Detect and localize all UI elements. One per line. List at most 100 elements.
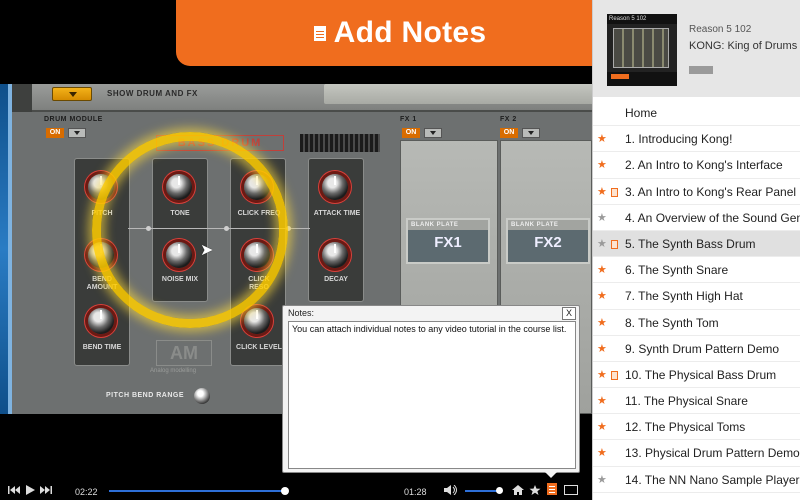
course-code: Reason 5 102 [689,24,752,35]
highlight-ring [92,132,288,328]
fx2-menu-icon [522,128,540,138]
star-icon[interactable]: ★ [597,336,607,361]
lesson-label: 14. The NN Nano Sample Player [625,472,800,487]
note-icon [611,239,618,249]
lesson-item[interactable]: ★ 1. Introducing Kong! [593,126,800,153]
lesson-item[interactable]: ★ 5. The Synth Bass Drum [593,230,800,258]
note-icon [611,187,618,197]
lesson-label: 12. The Physical Toms [625,420,746,435]
lesson-label: 10. The Physical Bass Drum [625,367,777,382]
course-title: KONG: King of Drums [689,40,798,52]
fx2-blank-plate: BLANK PLATE FX2 [506,218,590,264]
lesson-item[interactable]: ★ 12. The Physical Toms [593,414,800,441]
attack-time-knob [322,174,348,200]
fx1-menu-icon [424,128,442,138]
lesson-item[interactable]: ★ 10. The Physical Bass Drum [593,362,800,389]
notes-close-button[interactable]: X [562,307,576,320]
course-header: Reason 5 102 Reason 5 102 KONG: King of … [593,0,800,97]
lesson-item[interactable]: ★ 13. Physical Drum Pattern Demo [593,440,800,467]
seek-handle[interactable] [281,487,289,495]
show-drum-fx-button [52,87,92,101]
analog-modelling-caption: Analog modelling [150,368,197,374]
lesson-label: 4. An Overview of the Sound Gen [625,210,800,225]
star-icon[interactable]: ★ [597,440,607,465]
star-icon[interactable]: ★ [597,257,607,282]
thumbnail-logo [611,74,629,79]
course-sidebar: Reason 5 102 Reason 5 102 KONG: King of … [592,0,800,500]
analog-modelling-logo: AM [156,340,212,366]
lesson-label: 5. The Synth Bass Drum [625,236,756,251]
lesson-item[interactable]: ★ 3. An Intro to Kong's Rear Panel [593,179,800,205]
click-level-knob [244,308,270,334]
fx1-on-button: ON [402,128,420,138]
play-icon[interactable] [24,485,36,495]
lesson-label: 3. An Intro to Kong's Rear Panel [625,184,797,199]
course-thumbnail: Reason 5 102 [607,14,677,86]
lesson-item[interactable]: ★ 14. The NN Nano Sample Player [593,467,800,493]
star-icon[interactable]: ★ [597,152,607,177]
decay-knob [322,242,348,268]
rack-rail-highlight [8,84,12,414]
lesson-list: Home ★ 1. Introducing Kong! ★ 2. An Intro t… [593,100,800,493]
skip-forward-icon[interactable] [40,485,52,495]
fx1-label: FX 1 [400,116,417,123]
seek-bar[interactable] [109,490,285,492]
notes-icon[interactable] [546,483,558,495]
lesson-item[interactable]: ★ 11. The Physical Snare [593,388,800,415]
star-icon[interactable]: ★ [597,310,607,335]
star-icon[interactable] [529,485,541,495]
pitch-bend-range-label: PITCH BEND RANGE [106,392,185,399]
lesson-item[interactable]: ★ 8. The Synth Tom [593,310,800,336]
lesson-label: 6. The Synth Snare [625,263,729,278]
mouse-cursor-icon: ➤ [200,242,214,259]
volume-handle[interactable] [496,487,503,494]
volume-icon[interactable] [444,485,458,495]
app-root: SHOW DRUM AND FX DRUM MODULE ON BASS DRU… [0,0,800,500]
star-icon[interactable]: ★ [597,362,607,387]
lesson-label: 2. An Intro to Kong's Interface [625,158,783,173]
star-icon[interactable]: ★ [597,414,607,439]
lesson-label: 9. Synth Drum Pattern Demo [625,341,780,356]
notes-label: Notes: [288,308,315,318]
remaining-time: 01:28 [404,487,427,497]
lesson-item[interactable]: ★ 7. The Synth High Hat [593,283,800,310]
star-icon[interactable]: ★ [597,388,607,413]
elapsed-time: 02:22 [75,487,98,497]
lesson-label: 8. The Synth Tom [625,315,719,330]
rack-rail [0,84,8,414]
lesson-item[interactable]: ★ 9. Synth Drum Pattern Demo [593,336,800,362]
decay-label: DECAY [324,276,348,283]
note-icon [611,370,618,380]
lesson-label: 11. The Physical Snare [625,394,748,409]
lesson-item[interactable]: ★ 4. An Overview of the Sound Gen [593,205,800,231]
lesson-item[interactable]: ★ 6. The Synth Snare [593,257,800,284]
star-icon[interactable]: ★ [597,205,607,230]
volume-slider[interactable] [465,490,499,492]
banner-title: Add Notes [333,16,487,49]
sidebar-item-home[interactable]: Home [593,100,800,127]
fullscreen-icon[interactable] [564,485,578,495]
bend-time-knob [88,308,114,334]
blank-plate-label: BLANK PLATE [408,220,488,230]
drum-module-label: DRUM MODULE [44,116,103,123]
fx2-plate-name: FX2 [534,234,562,251]
star-icon[interactable]: ★ [597,179,607,204]
thumbnail-caption: Reason 5 102 [607,14,677,24]
star-icon[interactable]: ★ [597,467,607,492]
speaker-grille [300,134,380,152]
fx1-blank-plate: BLANK PLATE FX1 [406,218,490,264]
notes-pointer [545,472,557,478]
star-icon[interactable]: ★ [597,126,607,151]
star-icon[interactable]: ★ [597,231,607,256]
notes-textarea[interactable]: You can attach individual notes to any v… [288,321,576,469]
skip-back-icon[interactable] [8,485,20,495]
bend-time-label: BEND TIME [82,344,122,351]
lesson-label: 1. Introducing Kong! [625,132,733,147]
fx2-on-button: ON [500,128,518,138]
thumbnail-device-image [613,28,669,68]
home-label: Home [625,106,658,120]
lesson-item[interactable]: ★ 2. An Intro to Kong's Interface [593,152,800,179]
star-icon[interactable]: ★ [597,283,607,308]
home-icon[interactable] [512,485,524,495]
rack-top-bar-end [12,84,32,112]
